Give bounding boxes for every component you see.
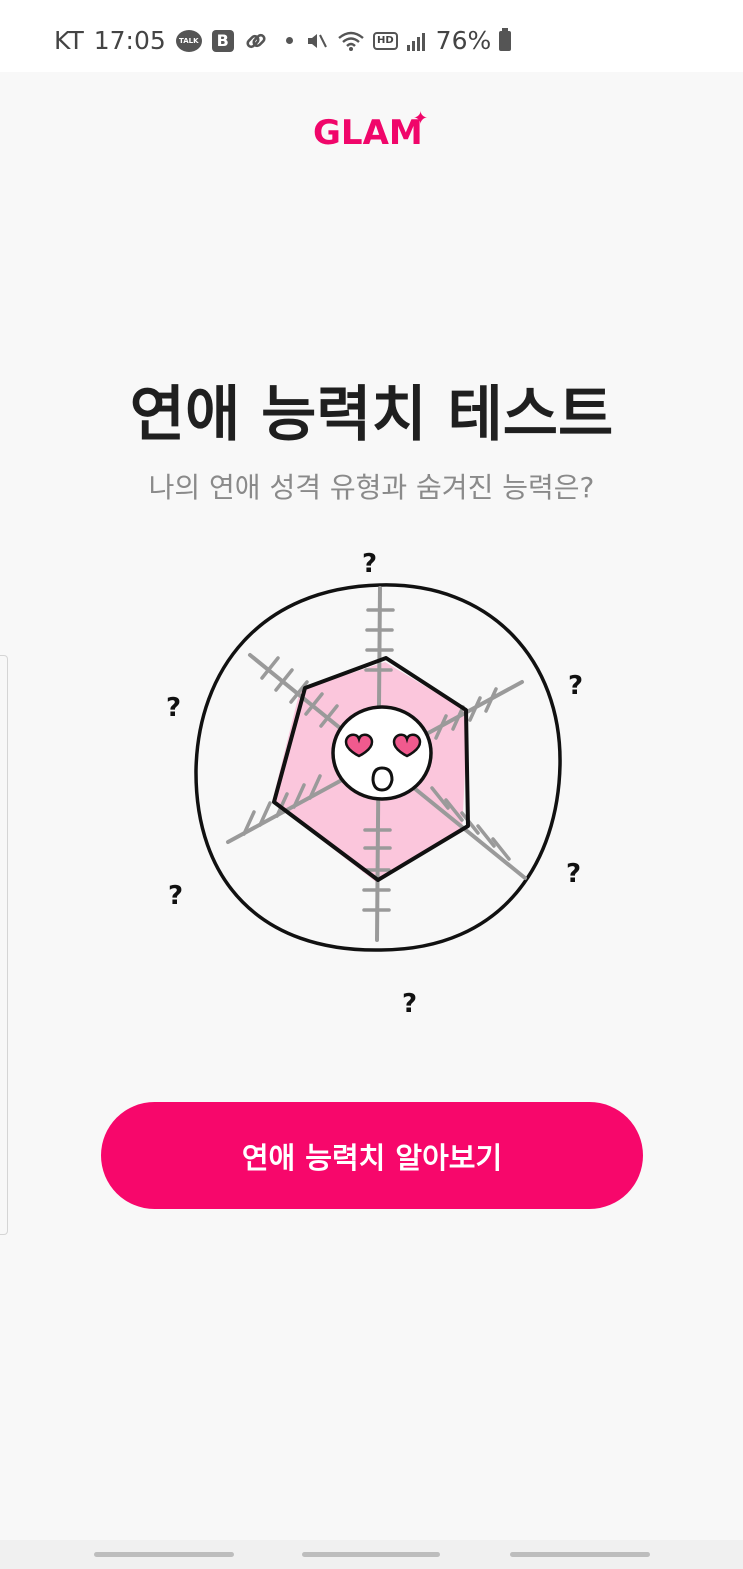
- edge-panel-handle[interactable]: [0, 655, 8, 1235]
- question-mark-lower-right: ?: [566, 859, 581, 889]
- radar-illustration: ? ? ? ? ? ?: [166, 549, 583, 1019]
- smiling-face-icon: [331, 705, 433, 801]
- back-handle[interactable]: [510, 1552, 650, 1557]
- page-subtitle: 나의 연애 성격 유형과 숨겨진 능력은?: [148, 471, 595, 504]
- hd-icon: HD: [373, 31, 398, 50]
- home-handle[interactable]: [302, 1552, 440, 1557]
- question-mark-top: ?: [362, 549, 377, 579]
- question-mark-lower-left: ?: [168, 881, 183, 911]
- mouth: [371, 766, 394, 792]
- signal-icon: [406, 30, 428, 52]
- link-icon: [244, 29, 268, 53]
- clock: 17:05: [93, 26, 166, 55]
- battery-icon: [499, 27, 512, 51]
- glam-logo: GLAM: [313, 113, 423, 153]
- sparkle-icon: ✦: [413, 108, 429, 129]
- mute-icon: [305, 29, 329, 53]
- wifi-icon: [337, 29, 365, 53]
- navigation-bar: [0, 1540, 743, 1569]
- question-mark-upper-right: ?: [568, 671, 583, 701]
- battery-percent: 76%: [435, 26, 492, 55]
- b-app-icon: B: [211, 29, 234, 52]
- recent-apps-handle[interactable]: [94, 1552, 234, 1557]
- question-mark-upper-left: ?: [166, 693, 181, 723]
- page-title: 연애 능력치 테스트: [129, 380, 614, 450]
- chat-bubble-icon: TALK: [175, 29, 202, 52]
- status-right: HD 76%: [305, 26, 512, 55]
- start-test-button[interactable]: 연애 능력치 알아보기: [101, 1102, 643, 1209]
- question-mark-bottom: ?: [402, 989, 417, 1019]
- dot-icon: [285, 37, 293, 44]
- status-bar: KT 17:05 TALK B HD 76%: [0, 0, 743, 72]
- status-left: KT 17:05 TALK B: [54, 26, 301, 55]
- carrier-label: KT: [54, 26, 84, 55]
